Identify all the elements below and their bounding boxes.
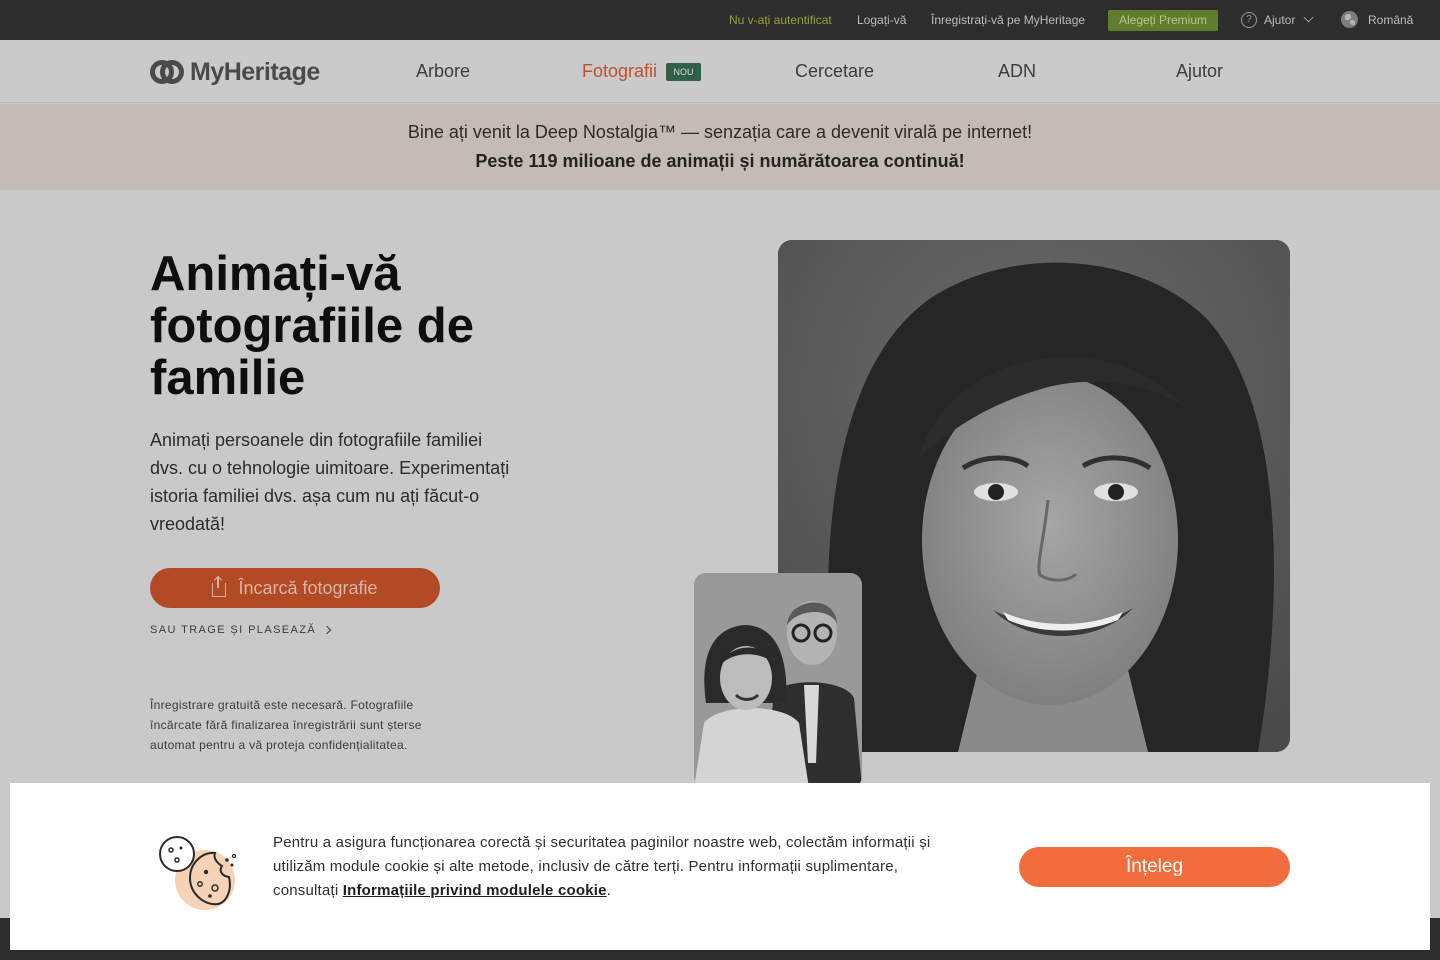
announcement-line2: Peste 119 milioane de animații și numără…: [475, 151, 965, 171]
myheritage-logo-icon: [150, 59, 184, 85]
announcement-banner: Bine ați venit la Deep Nostalgia™ — senz…: [0, 104, 1440, 190]
login-link[interactable]: Logați-vă: [857, 0, 906, 40]
nav-item-arbore[interactable]: Arbore: [416, 40, 470, 103]
chevron-down-icon[interactable]: [1303, 12, 1314, 23]
couple-photo: [694, 573, 862, 788]
brand-name: MyHeritage: [190, 57, 320, 86]
cookie-icon: [159, 836, 237, 910]
upload-icon: [212, 577, 227, 597]
new-badge: NOU: [666, 63, 701, 81]
drag-drop-link[interactable]: SAU TRAGE ȘI PLASEAZĂ: [150, 624, 332, 636]
help-icon[interactable]: ?: [1241, 12, 1257, 28]
premium-button[interactable]: Alegeți Premium: [1108, 10, 1218, 31]
chevron-right-icon: [322, 625, 332, 635]
hero-description: Animați persoanele din fotografiile fami…: [150, 430, 510, 534]
nav-item-cercetare[interactable]: Cercetare: [795, 40, 874, 103]
cookie-message: Pentru a asigura funcționarea corectă și…: [273, 831, 963, 903]
help-menu[interactable]: Ajutor: [1264, 0, 1295, 40]
nav-item-ajutor[interactable]: Ajutor: [1176, 40, 1223, 103]
drag-drop-label: SAU TRAGE ȘI PLASEAZĂ: [150, 624, 317, 636]
brand-logo[interactable]: MyHeritage: [150, 57, 320, 87]
upload-button-label: Încarcă fotografie: [238, 577, 378, 598]
legal-notice: Înregistrare gratuită este necesară. Fot…: [150, 698, 422, 752]
top-bar: Nu v-ați autentificat Logați-vă Înregist…: [0, 0, 1440, 40]
nav-item-adn[interactable]: ADN: [998, 40, 1036, 103]
register-link[interactable]: Înregistrați-vă pe MyHeritage: [931, 0, 1085, 40]
globe-icon[interactable]: [1341, 11, 1358, 28]
auth-status-text: Nu v-ați autentificat: [729, 13, 832, 27]
accept-cookies-button[interactable]: Înțeleg: [1019, 847, 1290, 887]
cookie-info-link[interactable]: Informațiile privind modulele cookie: [343, 882, 607, 899]
page-footer-edge: [0, 950, 1440, 960]
page-footer-edge-right: [1430, 918, 1440, 950]
announcement-line1: Bine ați venit la Deep Nostalgia™ — senz…: [407, 122, 1033, 142]
upload-photo-button[interactable]: Încarcă fotografie: [150, 568, 440, 608]
language-selector[interactable]: Română: [1368, 0, 1413, 40]
main-nav: MyHeritage Arbore Fotografii NOU Cerceta…: [0, 40, 1440, 103]
cookie-banner: Pentru a asigura funcționarea corectă și…: [10, 783, 1430, 950]
hero-title: Animați-vă fotografiile de familie: [150, 247, 474, 405]
nav-item-fotografii[interactable]: Fotografii: [582, 40, 657, 103]
page-footer-edge-left: [0, 918, 10, 950]
cookie-text-after: .: [606, 882, 612, 899]
